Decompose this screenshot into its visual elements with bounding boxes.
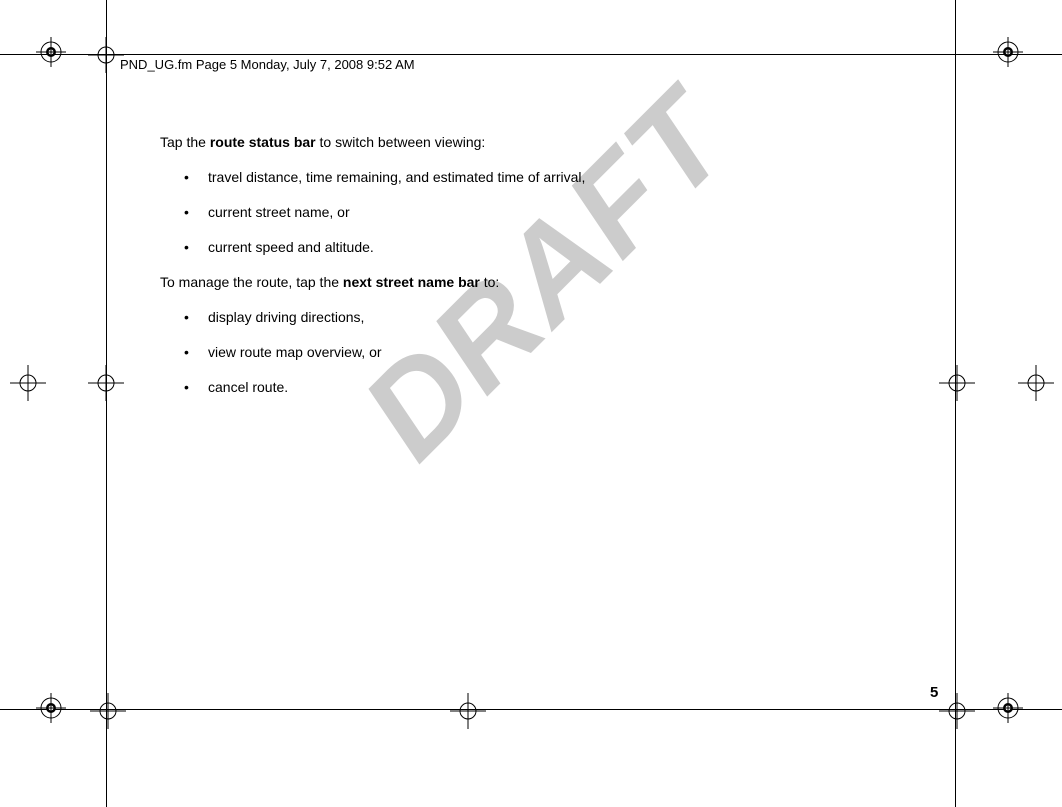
crop-mark-icon bbox=[88, 37, 124, 73]
header-rule bbox=[0, 54, 1062, 55]
list1-item1: travel distance, time remaining, and est… bbox=[208, 167, 920, 188]
header-text: PND_UG.fm Page 5 Monday, July 7, 2008 9:… bbox=[120, 57, 415, 72]
list2-item2: view route map overview, or bbox=[208, 342, 920, 363]
body-content: Tap the route status bar to switch betwe… bbox=[160, 132, 920, 412]
registration-mark-icon bbox=[993, 37, 1023, 67]
para2-text2: to: bbox=[480, 274, 499, 290]
registration-mark-icon bbox=[36, 37, 66, 67]
list1-item2: current street name, or bbox=[208, 202, 920, 223]
paragraph-1: Tap the route status bar to switch betwe… bbox=[160, 132, 920, 153]
para2-bold: next street name bar bbox=[343, 274, 480, 290]
left-rule bbox=[106, 0, 107, 807]
paragraph-2: To manage the route, tap the next street… bbox=[160, 272, 920, 293]
list-1: travel distance, time remaining, and est… bbox=[208, 167, 920, 258]
page-number: 5 bbox=[930, 684, 938, 701]
crop-mark-icon bbox=[90, 693, 126, 729]
list2-item3: cancel route. bbox=[208, 377, 920, 398]
crop-mark-icon bbox=[939, 365, 975, 401]
list-2: display driving directions, view route m… bbox=[208, 307, 920, 398]
registration-mark-icon bbox=[36, 693, 66, 723]
right-rule bbox=[955, 0, 956, 807]
crop-mark-icon bbox=[1018, 365, 1054, 401]
crop-mark-icon bbox=[10, 365, 46, 401]
para1-bold: route status bar bbox=[210, 134, 316, 150]
crop-mark-icon bbox=[450, 693, 486, 729]
para1-text1: Tap the bbox=[160, 134, 210, 150]
para1-text2: to switch between viewing: bbox=[316, 134, 486, 150]
crop-mark-icon bbox=[939, 693, 975, 729]
registration-mark-icon bbox=[993, 693, 1023, 723]
crop-mark-icon bbox=[88, 365, 124, 401]
para2-text1: To manage the route, tap the bbox=[160, 274, 343, 290]
footer-rule bbox=[0, 709, 1062, 710]
list1-item3: current speed and altitude. bbox=[208, 237, 920, 258]
list2-item1: display driving directions, bbox=[208, 307, 920, 328]
